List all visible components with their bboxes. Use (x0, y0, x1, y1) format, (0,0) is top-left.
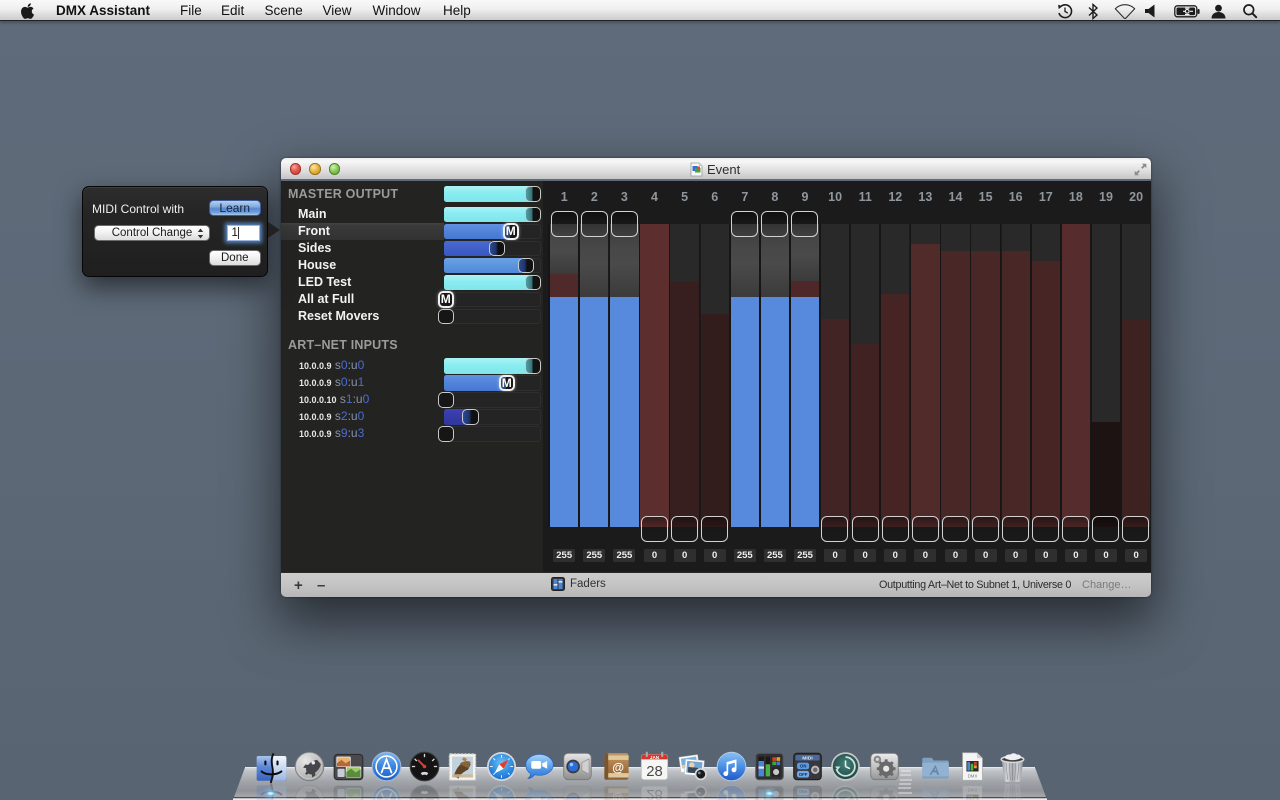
svg-text:DMX: DMX (968, 773, 978, 778)
svg-text:28: 28 (646, 763, 663, 779)
svg-text:DMX: DMX (968, 788, 978, 793)
svg-text:MIDI: MIDI (802, 755, 813, 761)
svg-text:28: 28 (646, 786, 663, 800)
svg-text:@: @ (612, 760, 624, 774)
svg-text:JAN: JAN (650, 754, 660, 759)
svg-text:ON: ON (800, 763, 807, 768)
svg-text:OFF: OFF (799, 789, 808, 794)
svg-text:OFF: OFF (799, 771, 808, 776)
svg-text:@: @ (612, 792, 624, 800)
